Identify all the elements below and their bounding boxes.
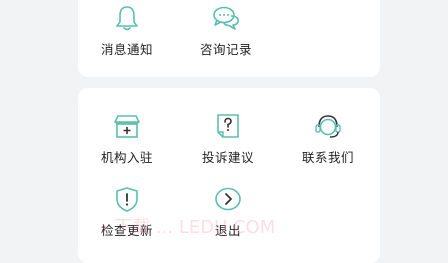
exit-arrow-icon — [215, 187, 241, 211]
menu-item-institution-join[interactable]: 机构入驻 — [87, 112, 167, 172]
menu-item-contact-us[interactable]: 联系我们 — [288, 112, 368, 172]
menu-item-label: 投诉建议 — [201, 150, 254, 165]
headset-icon — [315, 115, 341, 138]
menu-item-complaints[interactable]: 投诉建议 — [188, 112, 268, 172]
menu-item-label: 消息通知 — [100, 42, 153, 57]
shield-alert-icon — [116, 187, 138, 212]
chat-bubbles-icon — [213, 6, 240, 30]
menu-item-label: 联系我们 — [301, 150, 354, 165]
bell-icon — [116, 6, 138, 31]
menu-item-label: 机构入驻 — [100, 150, 153, 165]
menu-item-notifications[interactable]: 消息通知 — [87, 4, 167, 64]
watermark-text: - 下载 ... LEDU.COM — [102, 217, 276, 238]
menu-card-top: 消息通知 咨询记录 — [78, 0, 380, 77]
storefront-icon — [114, 115, 140, 138]
menu-item-label: 咨询记录 — [199, 42, 252, 57]
menu-item-consult-records[interactable]: 咨询记录 — [186, 4, 266, 64]
question-doc-icon — [217, 114, 239, 138]
